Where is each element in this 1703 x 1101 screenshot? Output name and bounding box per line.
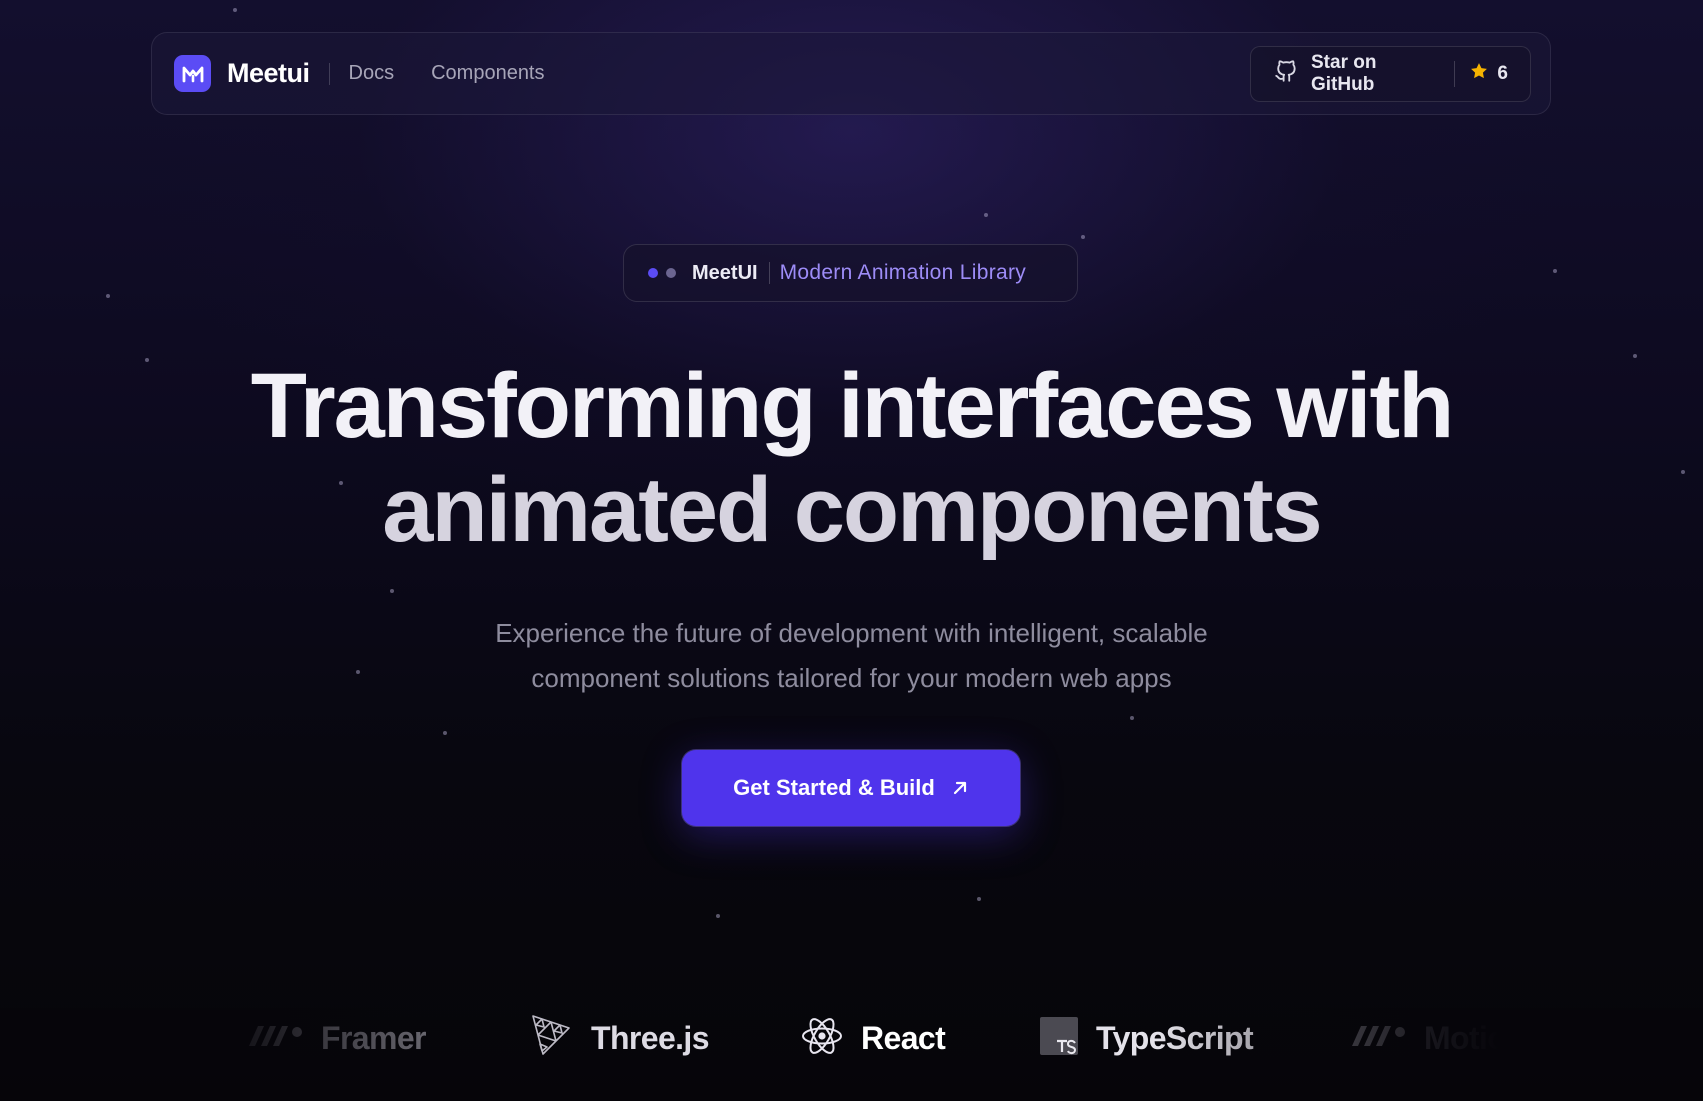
get-started-button[interactable]: Get Started & Build: [682, 750, 1020, 826]
logo-threejs: Three.js: [529, 1008, 710, 1068]
nav-link-components[interactable]: Components: [431, 62, 544, 85]
hero-title-line-2: animated components: [382, 459, 1322, 561]
tech-logo-strip: Framer Three.js React TypeScript Motion: [0, 1008, 1703, 1068]
nav-divider: [328, 62, 330, 85]
hero-subtitle-line-2: component solutions tailored for your mo…: [531, 663, 1172, 693]
badge-divider: [768, 262, 770, 284]
logo-react: React: [801, 1008, 946, 1068]
typescript-ts-icon: [1040, 1016, 1078, 1060]
get-started-label: Get Started & Build: [733, 775, 935, 800]
motion-slash-icon: [1352, 1024, 1406, 1053]
logo-motion-label: Motion: [1424, 1019, 1526, 1056]
brand-name[interactable]: Meetui: [227, 58, 310, 89]
arrow-up-right-icon: [951, 779, 969, 797]
logo-framer-label: Framer: [321, 1019, 427, 1056]
logo-react-label: React: [861, 1019, 946, 1056]
top-navbar: Meetui Docs Components Star on GitHub 6: [151, 32, 1551, 115]
logo-typescript-label: TypeScript: [1096, 1019, 1254, 1056]
logo-threejs-label: Three.js: [591, 1019, 710, 1056]
hero-subtitle: Experience the future of development wit…: [0, 611, 1703, 701]
github-star-count: 6: [1497, 62, 1508, 84]
github-button-divider: [1454, 60, 1456, 87]
announcement-badge: MeetUI Modern Animation Library: [623, 244, 1078, 302]
logo-framer: Framer: [249, 1008, 427, 1068]
motion-slash-icon: [249, 1024, 303, 1053]
badge-dot-icon: [666, 268, 676, 278]
react-atom-icon: [801, 1015, 843, 1062]
star-icon: [1469, 61, 1489, 86]
hero-title: Transforming interfaces with animated co…: [0, 354, 1703, 562]
badge-brand: MeetUI: [692, 261, 758, 284]
nav-left: Meetui Docs Components: [174, 55, 582, 92]
badge-dot-icon: [648, 268, 658, 278]
star-on-github-button[interactable]: Star on GitHub 6: [1250, 45, 1531, 102]
hero-subtitle-line-1: Experience the future of development wit…: [495, 618, 1208, 648]
logo-typescript: TypeScript: [1040, 1008, 1254, 1068]
badge-tagline: Modern Animation Library: [779, 261, 1027, 284]
logo-motion: Motion: [1352, 1008, 1526, 1068]
github-button-label: Star on GitHub: [1311, 51, 1377, 95]
github-icon: [1273, 58, 1299, 89]
threejs-icon: [529, 1014, 573, 1063]
hero-title-line-1: Transforming interfaces with: [250, 355, 1455, 457]
landing-page: Meetui Docs Components Star on GitHub 6: [0, 0, 1703, 1101]
brand-logo-icon[interactable]: [174, 55, 211, 92]
nav-link-docs[interactable]: Docs: [349, 62, 395, 85]
